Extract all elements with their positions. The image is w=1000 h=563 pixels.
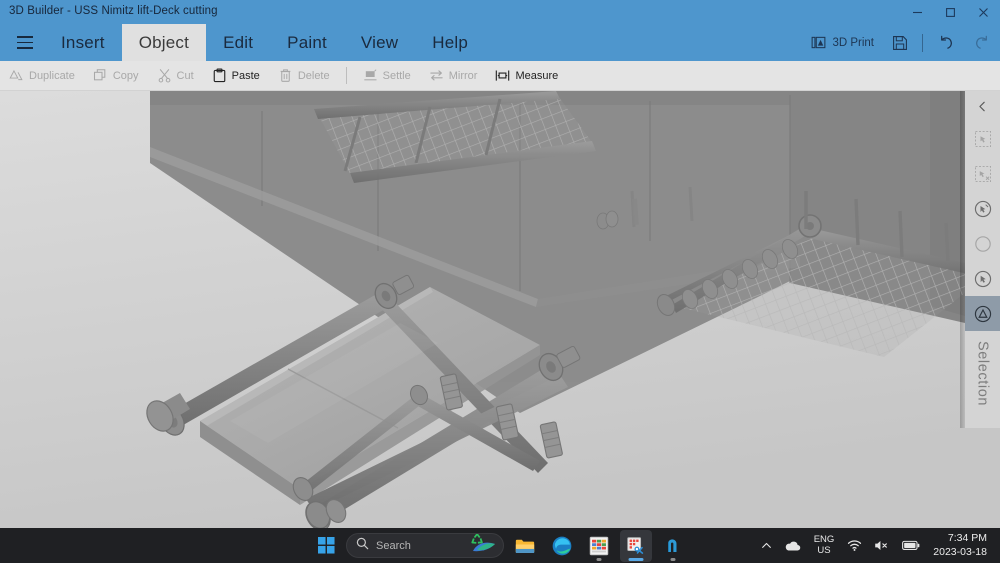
windows-start-icon[interactable] — [311, 531, 341, 561]
uss-nimitz-lift-deck-3d-model — [0, 91, 1000, 528]
taskbar: Search ENG US 7:34 PM 2023-03-18 — [0, 528, 1000, 563]
chevron-left-icon[interactable] — [965, 91, 1000, 121]
taskbar-app-3d-builder[interactable] — [620, 529, 652, 562]
battery-icon[interactable] — [897, 531, 925, 561]
selection-panel: Selection — [965, 91, 1000, 428]
mirror-button: Mirror — [420, 61, 487, 91]
selection-panel-label: Selection — [974, 341, 991, 407]
toolbar-separator — [922, 33, 923, 52]
taskbar-center-group: Search — [311, 528, 689, 563]
select-object-icon[interactable] — [965, 261, 1000, 296]
title-bar: 3D Builder - USS Nimitz lift-Deck cuttin… — [0, 0, 1000, 24]
menu-item-view[interactable]: View — [344, 24, 415, 61]
clock-date: 2023-03-18 — [933, 545, 987, 558]
measure-icon — [495, 68, 510, 83]
clock-time: 7:34 PM — [947, 532, 987, 545]
search-input[interactable]: Search — [346, 533, 504, 558]
copy-button: Copy — [84, 61, 148, 91]
menu-item-object[interactable]: Object — [121, 24, 207, 61]
wifi-icon[interactable] — [842, 531, 867, 561]
select-triangle-icon[interactable] — [965, 296, 1000, 331]
app-window: 3D Builder - USS Nimitz lift-Deck cuttin… — [0, 0, 1000, 563]
language-line-2: US — [817, 544, 831, 556]
maximize-button[interactable] — [934, 0, 967, 24]
search-placeholder: Search — [376, 539, 411, 552]
menu-item-help[interactable]: Help — [415, 24, 485, 61]
circle-select-icon — [965, 226, 1000, 261]
measure-button[interactable]: Measure — [486, 61, 567, 91]
paste-button[interactable]: Paste — [203, 61, 269, 91]
cut-button: Cut — [148, 61, 203, 91]
menu-icon[interactable] — [6, 24, 44, 61]
settle-button: Settle — [354, 61, 420, 91]
duplicate-button: Duplicate — [0, 61, 84, 91]
settle-label: Settle — [382, 69, 411, 82]
redo-button — [964, 24, 1000, 61]
3d-print-label: 3D Print — [832, 36, 874, 49]
language-line-1: ENG — [813, 533, 835, 545]
window-controls — [901, 0, 1000, 24]
3d-viewport[interactable] — [0, 91, 1000, 528]
measure-label: Measure — [515, 69, 559, 82]
menu-items: Insert Object Edit Paint View Help — [44, 24, 485, 61]
menu-right-actions: 3D Print — [802, 24, 1000, 61]
undo-button[interactable] — [928, 24, 964, 61]
taskbar-app-spreadsheet-app[interactable] — [583, 530, 615, 562]
save-icon — [892, 35, 908, 51]
cut-icon — [157, 68, 172, 83]
delete-icon — [278, 68, 293, 83]
settle-icon — [363, 68, 378, 83]
volume-muted-icon[interactable] — [869, 531, 895, 561]
select-all-icon — [965, 121, 1000, 156]
menu-item-edit[interactable]: Edit — [206, 24, 270, 61]
copy-label: Copy — [112, 69, 139, 82]
mirror-icon — [429, 68, 444, 83]
3d-print-button[interactable]: 3D Print — [802, 24, 883, 61]
taskbar-app-notes-app[interactable] — [657, 530, 689, 562]
object-toolbar: Duplicate Copy Cut Paste Delete Settle M… — [0, 61, 1000, 91]
copy-icon — [93, 68, 108, 83]
menu-item-paint[interactable]: Paint — [270, 24, 344, 61]
save-button[interactable] — [883, 24, 917, 61]
duplicate-label: Duplicate — [29, 69, 75, 82]
invert-selection-icon[interactable] — [965, 191, 1000, 226]
paste-label: Paste — [231, 69, 260, 82]
delete-label: Delete — [297, 69, 330, 82]
menu-bar: Insert Object Edit Paint View Help 3D Pr… — [0, 24, 1000, 61]
menu-item-insert[interactable]: Insert — [44, 24, 122, 61]
undo-icon — [937, 34, 955, 52]
language-indicator[interactable]: ENG US — [808, 531, 841, 561]
mirror-label: Mirror — [448, 69, 478, 82]
clock[interactable]: 7:34 PM 2023-03-18 — [927, 531, 996, 561]
3d-print-icon — [811, 35, 826, 50]
delete-button: Delete — [269, 61, 339, 91]
system-tray: ENG US 7:34 PM 2023-03-18 — [756, 528, 996, 563]
redo-icon — [973, 34, 991, 52]
paste-icon — [212, 68, 227, 83]
search-icon — [356, 537, 369, 555]
net-hinge-bracket — [798, 214, 822, 238]
taskbar-app-file-explorer[interactable] — [509, 530, 541, 562]
chevron-up-icon[interactable] — [756, 531, 777, 561]
deselect-all-icon — [965, 156, 1000, 191]
duplicate-icon — [9, 68, 24, 83]
taskbar-app-microsoft-edge[interactable] — [546, 530, 578, 562]
minimize-button[interactable] — [901, 0, 934, 24]
search-illustration — [459, 534, 499, 557]
onedrive-icon[interactable] — [779, 531, 806, 561]
toolbar-divider — [345, 67, 347, 84]
close-button[interactable] — [967, 0, 1000, 24]
window-title: 3D Builder - USS Nimitz lift-Deck cuttin… — [9, 5, 218, 17]
cut-label: Cut — [176, 69, 194, 82]
